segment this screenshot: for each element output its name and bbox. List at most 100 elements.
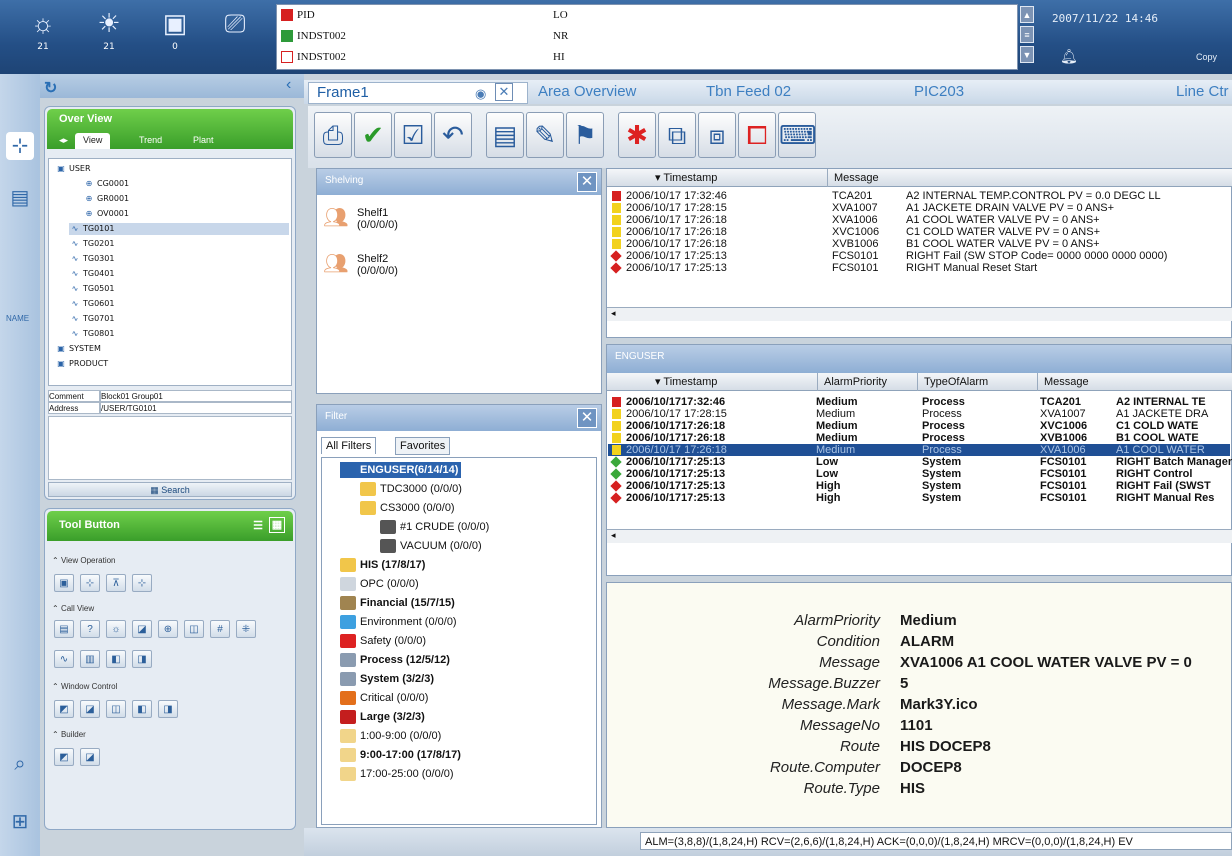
tree-node[interactable]: ∿ TG0101 xyxy=(69,223,289,235)
priority-header[interactable]: AlarmPriority xyxy=(817,373,887,391)
system-alarm-button[interactable]: ☀ 21 xyxy=(78,4,140,68)
tool-button-icon[interactable]: ? xyxy=(80,620,100,638)
refresh-icon[interactable]: ↻ xyxy=(44,78,57,98)
grid-view-icon[interactable]: ▦ xyxy=(269,517,285,533)
acknowledge-page-icon[interactable]: ☑ xyxy=(394,112,432,158)
filter-item[interactable]: Financial (15/7/15) xyxy=(340,595,455,611)
tab-line-ctr[interactable]: Line Ctr xyxy=(1176,80,1229,104)
unshelve-icon[interactable]: ⧈ xyxy=(698,112,736,158)
window-icon[interactable]: ▤ xyxy=(6,184,34,212)
alarm-row[interactable]: 2006/10/1717:26:18 Medium Process XVB1006 B1… xyxy=(608,432,1230,444)
type-header[interactable]: TypeOfAlarm xyxy=(917,373,988,391)
filter-item[interactable]: Safety (0/0/0) xyxy=(340,633,426,649)
tree-node[interactable]: ∿ TG0801 xyxy=(69,328,115,340)
alarm-test-icon[interactable]: ✱ xyxy=(618,112,656,158)
filter-item[interactable]: 9:00-17:00 (17/8/17) xyxy=(340,747,461,763)
tab-plant[interactable]: Plant xyxy=(185,133,222,149)
tab-pic203[interactable]: PIC203 xyxy=(914,80,964,104)
tree-node[interactable]: ∿ TG0701 xyxy=(69,313,115,325)
tab-favorites[interactable]: Favorites xyxy=(395,437,451,455)
tree-node[interactable]: ∿ TG0501 xyxy=(69,283,115,295)
section-builder[interactable]: ⌃ Builder xyxy=(52,730,292,739)
timestamp-header[interactable]: ▾ Timestamp xyxy=(655,373,717,391)
alarm-row[interactable]: 2006/10/1717:25:13 Low System FCS0101 RIGHT … xyxy=(608,456,1232,468)
tool-button-icon[interactable]: ◧ xyxy=(106,650,126,668)
alarm-row[interactable]: 2006/10/1717:25:13 High System FCS0101 RIGHT… xyxy=(608,480,1230,492)
keyboard-icon[interactable]: ⌨ xyxy=(778,112,817,158)
alarm-row[interactable]: 2006/10/1717:32:46 Medium Process TCA201 A2 … xyxy=(608,396,1230,408)
filter-item[interactable]: #1 CRUDE (0/0/0) xyxy=(380,519,489,535)
tab-frame1[interactable]: Frame1 ◉ ✕ xyxy=(308,82,528,104)
horizontal-scrollbar[interactable]: ◂ xyxy=(607,529,1232,543)
tree-node[interactable]: ▣ USER xyxy=(55,163,90,175)
list-view-icon[interactable]: ☰ xyxy=(253,519,263,532)
tree-node[interactable]: ⊕ CG0001 xyxy=(83,178,130,190)
alarm-row[interactable]: 2006/10/17 17:28:15 XVA1007 A1 JACKETE DRA… xyxy=(608,202,1230,214)
tool-button-icon[interactable]: ◧ xyxy=(132,700,152,718)
tree-node[interactable]: ∿ TG0601 xyxy=(69,298,115,310)
tool-button-icon[interactable]: ▥ xyxy=(80,650,100,668)
undo-icon[interactable]: ↶ xyxy=(434,112,472,158)
collapse-icon[interactable]: ‹ xyxy=(286,76,291,94)
nav-arrows-icon[interactable]: ◂▸ xyxy=(51,133,76,149)
scroll-down-icon[interactable]: ▼ xyxy=(1020,46,1034,63)
shelf-item[interactable]: Shelf2 (0/0/0/0) xyxy=(357,253,398,277)
tool-button-icon[interactable]: ▣ xyxy=(54,574,74,592)
alarm-row[interactable]: 2006/10/17 17:28:15 Medium Process XVA1007 A… xyxy=(608,408,1230,420)
filter-item[interactable]: Process (12/5/12) xyxy=(340,652,450,668)
edit-filter-icon[interactable]: ✎ xyxy=(526,112,564,158)
filter-item[interactable]: TDC3000 (0/0/0) xyxy=(360,481,462,497)
close-icon[interactable]: ✕ xyxy=(577,172,597,192)
section-window-control[interactable]: ⌃ Window Control xyxy=(52,682,292,691)
alarm-row[interactable]: 2006/10/1717:26:18 Medium Process XVC1006 C1… xyxy=(608,420,1230,432)
grid-icon[interactable]: ⊞ xyxy=(6,808,34,836)
tree-node[interactable]: ∿ TG0301 xyxy=(69,253,115,265)
timestamp-header[interactable]: ▾ Timestamp xyxy=(655,169,717,187)
process-alarm-button[interactable]: ☼ 21 xyxy=(12,4,74,68)
alarm-row[interactable]: 2006/10/17 17:25:13 FCS0101 RIGHT Manual R… xyxy=(608,262,1230,274)
tree-node[interactable]: ▣ SYSTEM xyxy=(55,343,101,355)
process-alarm-row[interactable]: INDST002 HI xyxy=(277,47,1017,68)
filter-item[interactable]: CS3000 (0/0/0) xyxy=(360,500,455,516)
process-alarm-banner[interactable]: PID LO INDST002 NR INDST002 HI xyxy=(276,4,1018,70)
view-menu-icon[interactable]: ◉ xyxy=(475,84,486,104)
alarm-row[interactable]: 2006/10/17 17:26:18 Medium Process XVA1006 A… xyxy=(608,444,1230,456)
flag-icon[interactable]: ⚑ xyxy=(566,112,604,158)
print-icon[interactable]: ⎙ xyxy=(314,112,352,158)
filter-item[interactable]: OPC (0/0/0) xyxy=(340,576,419,592)
tool-button-icon[interactable]: ◪ xyxy=(80,700,100,718)
tab-all-filters[interactable]: All Filters xyxy=(321,437,377,454)
tool-button-icon[interactable]: # xyxy=(210,620,230,638)
alarm-row[interactable]: 2006/10/17 17:26:18 XVC1006 C1 COLD WATER … xyxy=(608,226,1230,238)
list-icon[interactable]: ≡ xyxy=(1020,26,1034,43)
tool-button-icon[interactable]: ◨ xyxy=(158,700,178,718)
tool-button-icon[interactable]: ⊕ xyxy=(158,620,178,638)
tool-button-icon[interactable]: ◨ xyxy=(132,650,152,668)
message-header[interactable]: Message xyxy=(1037,373,1089,391)
alarm-row[interactable]: 2006/10/17 17:25:13 FCS0101 RIGHT Fail (SW… xyxy=(608,250,1230,262)
monitor-button[interactable]: ⎚ xyxy=(204,4,266,68)
section-call-view[interactable]: ⌃ Call View xyxy=(52,604,292,613)
tree-node[interactable]: ⊕ OV0001 xyxy=(83,208,129,220)
tab-area-overview[interactable]: Area Overview xyxy=(538,80,636,104)
alarm-row[interactable]: 2006/10/17 17:32:46 TCA201 A2 INTERNAL TEM… xyxy=(608,190,1230,202)
tab-view[interactable]: View xyxy=(75,133,111,149)
tool-button-icon[interactable]: ◪ xyxy=(80,748,100,766)
tree-node[interactable]: ∿ TG0401 xyxy=(69,268,115,280)
tool-button-icon[interactable]: ◫ xyxy=(106,700,126,718)
close-icon[interactable]: ✕ xyxy=(495,83,513,101)
filter-item[interactable]: Large (3/2/3) xyxy=(340,709,425,725)
filter-item[interactable]: HIS (17/8/17) xyxy=(340,557,425,573)
message-header[interactable]: Message xyxy=(827,169,879,187)
tool-button-icon[interactable]: ⊼ xyxy=(106,574,126,592)
process-alarm-row[interactable]: INDST002 NR xyxy=(277,26,1017,47)
horizontal-scrollbar[interactable]: ◂ xyxy=(607,307,1232,321)
shelve-icon[interactable]: ⧉ xyxy=(658,112,696,158)
filter-item[interactable]: Environment (0/0/0) xyxy=(340,614,457,630)
tool-button-icon[interactable]: ☼ xyxy=(106,620,126,638)
filter-item[interactable]: ENGUSER(6/14/14) xyxy=(340,462,462,478)
filter-item[interactable]: 1:00-9:00 (0/0/0) xyxy=(340,728,441,744)
tool-button-icon[interactable]: ◫ xyxy=(184,620,204,638)
copy-button[interactable]: Copy xyxy=(1196,52,1217,62)
comment-field[interactable]: Block01 Group01 xyxy=(100,390,292,402)
